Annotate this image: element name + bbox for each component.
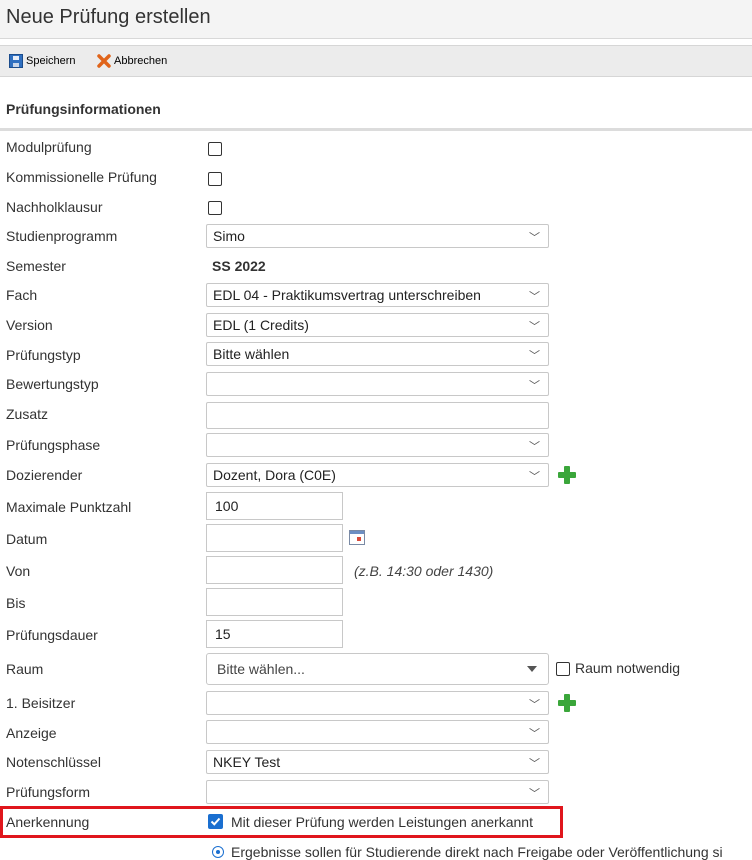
- floppy-disk-icon: [9, 54, 23, 68]
- ergebnisse-radio[interactable]: [212, 846, 224, 858]
- pruefungsdauer-input[interactable]: 15: [206, 620, 343, 648]
- label-version: Version: [6, 317, 53, 333]
- label-anzeige: Anzeige: [6, 725, 57, 741]
- pruefungsphase-select[interactable]: ﹀: [206, 433, 549, 457]
- raum-select[interactable]: Bitte wählen...: [206, 653, 549, 685]
- calendar-icon[interactable]: [349, 530, 365, 545]
- version-select[interactable]: EDL (1 Credits) ﹀: [206, 313, 549, 337]
- label-von: Von: [6, 563, 31, 579]
- label-datum: Datum: [6, 531, 48, 547]
- label-pruefungsform: Prüfungsform: [6, 784, 91, 800]
- cancel-button[interactable]: Abbrechen: [97, 52, 167, 70]
- label-nachholklausur: Nachholklausur: [6, 199, 103, 215]
- notenschluessel-value: NKEY Test: [213, 754, 281, 770]
- page-title: Neue Prüfung erstellen: [6, 6, 211, 28]
- dozierender-select[interactable]: Dozent, Dora (C0E) ﹀: [206, 463, 549, 487]
- pruefungstyp-value: Bitte wählen: [213, 346, 290, 362]
- label-pruefungsdauer: Prüfungsdauer: [6, 627, 98, 643]
- checkmark-icon: [210, 817, 221, 826]
- semester-value: SS 2022: [212, 258, 266, 274]
- label-bis: Bis: [6, 595, 26, 611]
- toolbar: Speichern Abbrechen: [0, 45, 752, 77]
- label-semester: Semester: [6, 258, 66, 274]
- anerkennung-checkbox-label: Mit dieser Prüfung werden Leistungen ane…: [231, 814, 533, 830]
- pruefungsdauer-value: 15: [215, 626, 231, 642]
- beisitzer-select[interactable]: ﹀: [206, 691, 549, 715]
- nachholklausur-checkbox[interactable]: [208, 201, 222, 215]
- label-dozierender: Dozierender: [6, 467, 83, 483]
- label-modulpruefung: Modulprüfung: [6, 139, 92, 155]
- raum-value: Bitte wählen...: [217, 661, 305, 677]
- bis-input[interactable]: [206, 588, 343, 616]
- section-title: Prüfungsinformationen: [6, 101, 161, 117]
- datum-input[interactable]: [206, 524, 343, 552]
- label-raum: Raum: [6, 661, 44, 677]
- fach-value: EDL 04 - Praktikumsvertrag unterschreibe…: [213, 287, 481, 303]
- title-bar: Neue Prüfung erstellen: [0, 0, 752, 39]
- chevron-down-icon: ﹀: [529, 232, 540, 244]
- anzeige-select[interactable]: ﹀: [206, 720, 549, 744]
- label-bewertungstyp: Bewertungstyp: [6, 376, 99, 392]
- fach-select[interactable]: EDL 04 - Praktikumsvertrag unterschreibe…: [206, 283, 549, 307]
- max-punktzahl-value: 100: [215, 498, 239, 514]
- chevron-down-icon: ﹀: [529, 699, 540, 711]
- pruefungsform-select[interactable]: ﹀: [206, 780, 549, 804]
- version-value: EDL (1 Credits): [213, 317, 309, 333]
- add-dozierender-plus-icon[interactable]: [558, 466, 576, 484]
- modulpruefung-checkbox[interactable]: [208, 142, 222, 156]
- chevron-down-icon: ﹀: [529, 788, 540, 800]
- chevron-down-icon: ﹀: [529, 291, 540, 303]
- raum-notwendig-checkbox[interactable]: [556, 662, 570, 676]
- dozierender-value: Dozent, Dora (C0E): [213, 467, 336, 483]
- notenschluessel-select[interactable]: NKEY Test ﹀: [206, 750, 549, 774]
- raum-notwendig-label: Raum notwendig: [575, 660, 681, 676]
- label-fach: Fach: [6, 287, 38, 303]
- label-anerkennung: Anerkennung: [6, 814, 90, 830]
- save-button[interactable]: Speichern: [9, 52, 76, 70]
- chevron-down-icon: ﹀: [529, 728, 540, 740]
- pruefungstyp-select[interactable]: Bitte wählen ﹀: [206, 342, 549, 366]
- label-pruefungsphase: Prüfungsphase: [6, 437, 101, 453]
- cancel-x-icon: [97, 54, 111, 68]
- label-beisitzer: 1. Beisitzer: [6, 695, 76, 711]
- chevron-down-icon: ﹀: [529, 441, 540, 453]
- label-zusatz: Zusatz: [6, 406, 49, 422]
- bewertungstyp-select[interactable]: ﹀: [206, 372, 549, 396]
- zusatz-input[interactable]: [206, 402, 549, 429]
- label-max-punktzahl: Maximale Punktzahl: [6, 499, 132, 515]
- label-pruefungstyp: Prüfungstyp: [6, 347, 81, 363]
- chevron-down-icon: ﹀: [529, 380, 540, 392]
- cancel-label: Abbrechen: [114, 55, 168, 67]
- label-kommissionell: Kommissionelle Prüfung: [6, 169, 157, 185]
- von-hint: (z.B. 14:30 oder 1430): [354, 563, 494, 579]
- label-notenschluessel: Notenschlüssel: [6, 754, 101, 770]
- section-divider: [0, 128, 752, 131]
- von-input[interactable]: [206, 556, 343, 584]
- chevron-down-icon: ﹀: [529, 321, 540, 333]
- chevron-down-icon: ﹀: [529, 758, 540, 770]
- add-beisitzer-plus-icon[interactable]: [558, 694, 576, 712]
- chevron-down-icon: ﹀: [529, 471, 540, 483]
- max-punktzahl-input[interactable]: 100: [206, 492, 343, 520]
- studienprogramm-select[interactable]: Simo ﹀: [206, 224, 549, 248]
- kommissionell-checkbox[interactable]: [208, 172, 222, 186]
- chevron-down-icon: ﹀: [529, 350, 540, 362]
- anerkennung-checkbox[interactable]: [208, 814, 223, 829]
- label-studienprogramm: Studienprogramm: [6, 228, 118, 244]
- caret-down-icon: [527, 666, 537, 672]
- studienprogramm-value: Simo: [213, 228, 245, 244]
- save-label: Speichern: [26, 55, 76, 67]
